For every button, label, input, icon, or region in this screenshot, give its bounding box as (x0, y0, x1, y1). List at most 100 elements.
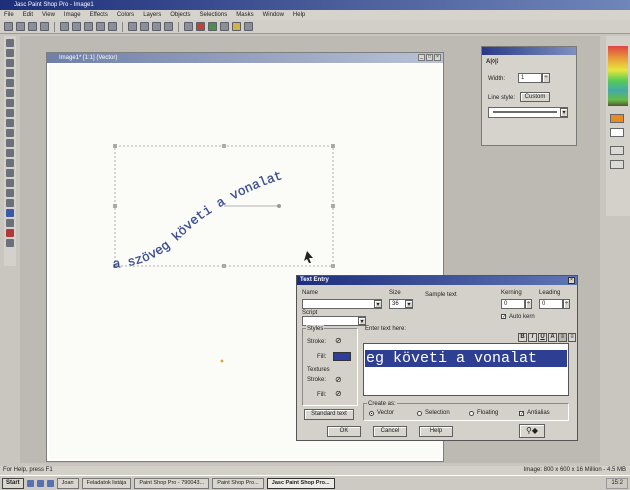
save-icon[interactable] (28, 22, 37, 31)
context-help-icon[interactable] (244, 22, 253, 31)
taskbar-item[interactable]: Paint Shop Pro - 790043... (134, 477, 210, 489)
freehand-tool-icon[interactable] (6, 99, 14, 107)
resize-handle[interactable] (222, 144, 226, 148)
close-icon[interactable]: × (434, 54, 441, 61)
picture-tube-icon[interactable] (6, 179, 14, 187)
new-file-icon[interactable] (4, 22, 13, 31)
histogram-toggle-icon[interactable] (220, 22, 229, 31)
bold-icon[interactable]: B (518, 333, 527, 342)
menu-selections[interactable]: Selections (200, 10, 228, 20)
eraser-icon[interactable] (6, 169, 14, 177)
texture-fill-icon[interactable]: ⊘ (335, 389, 345, 398)
menu-file[interactable]: File (4, 10, 14, 20)
resize-handle[interactable] (331, 264, 335, 268)
print-icon[interactable] (40, 22, 49, 31)
line-style-panel-titlebar[interactable] (482, 47, 576, 55)
kerning-spinner[interactable]: ÷ (525, 299, 532, 309)
antialias-checkbox[interactable]: ✓ (519, 411, 524, 417)
selection-tool-icon[interactable] (6, 89, 14, 97)
width-spinner[interactable]: ÷ (542, 73, 550, 83)
menu-help[interactable]: Help (293, 10, 305, 20)
menu-window[interactable]: Window (263, 10, 284, 20)
maximize-icon[interactable]: □ (426, 54, 433, 61)
chevron-down-icon[interactable]: ▾ (374, 300, 382, 308)
dropper-icon[interactable] (6, 119, 14, 127)
selection-radio[interactable] (417, 411, 422, 416)
open-file-icon[interactable] (16, 22, 25, 31)
deform-tool-icon[interactable] (6, 59, 14, 67)
zoom-icon[interactable] (128, 22, 137, 31)
arrow-tool-icon[interactable] (6, 39, 14, 47)
menu-edit[interactable]: Edit (23, 10, 33, 20)
text-entry-area[interactable]: eg követi a vonalat (363, 343, 569, 396)
standard-text-button[interactable]: Standard text (304, 409, 354, 420)
leading-field[interactable]: 0 (539, 299, 563, 309)
fill-color-swatch[interactable] (333, 352, 351, 361)
text-entry-titlebar[interactable]: Text Entry (297, 276, 577, 285)
mover-tool-icon[interactable] (6, 79, 14, 87)
chevron-down-icon[interactable]: ▾ (358, 317, 366, 325)
color-replacer-icon[interactable] (6, 149, 14, 157)
flood-fill-icon[interactable] (6, 199, 14, 207)
grid-icon[interactable] (152, 22, 161, 31)
menu-masks[interactable]: Masks (236, 10, 253, 20)
start-button[interactable]: Start (2, 477, 24, 489)
stroke-style-icon[interactable]: ⊘ (335, 336, 345, 345)
width-field[interactable]: 1 (518, 73, 542, 83)
ok-button[interactable]: OK (327, 426, 361, 437)
text-tool-icon[interactable] (6, 209, 14, 217)
rulers-icon[interactable] (164, 22, 173, 31)
copy-icon[interactable] (108, 22, 117, 31)
taskbar-item[interactable]: Feladatok listája (81, 477, 132, 489)
italic-icon[interactable]: I (528, 333, 537, 342)
full-screen-icon[interactable] (140, 22, 149, 31)
zoom-tool-icon[interactable] (6, 49, 14, 57)
help-button[interactable]: Help (419, 426, 453, 437)
strikethrough-icon[interactable]: A (548, 333, 557, 342)
image-window-title[interactable]: Image1* [1:1] (Vector) (47, 53, 443, 63)
layer-palette-toggle-icon[interactable] (208, 22, 217, 31)
preview-toggle-icon[interactable]: ⚲◆ (519, 424, 545, 438)
menu-view[interactable]: View (42, 10, 55, 20)
menu-objects[interactable]: Objects (170, 10, 190, 20)
preset-shapes-icon[interactable] (6, 229, 14, 237)
retouch-icon[interactable] (6, 159, 14, 167)
close-icon[interactable]: × (568, 277, 575, 284)
airbrush-icon[interactable] (6, 189, 14, 197)
resize-handle[interactable] (113, 144, 117, 148)
menu-layers[interactable]: Layers (143, 10, 161, 20)
align-center-icon[interactable]: ≡ (568, 333, 576, 342)
undo-icon[interactable] (72, 22, 81, 31)
quicklaunch-icon[interactable] (46, 479, 54, 487)
foreground-color-swatch[interactable] (610, 114, 624, 123)
magic-wand-icon[interactable] (6, 109, 14, 117)
taskbar-item[interactable]: Paint Shop Pro... (212, 477, 264, 489)
paintbrush-icon[interactable] (6, 129, 14, 137)
line-style-select[interactable] (488, 107, 568, 118)
resize-handle[interactable] (113, 204, 117, 208)
browse-icon[interactable] (60, 22, 69, 31)
styles-swatch[interactable] (610, 146, 624, 155)
menu-effects[interactable]: Effects (90, 10, 108, 20)
object-selector-icon[interactable] (6, 239, 14, 247)
tool-palette-toggle-icon[interactable] (184, 22, 193, 31)
quicklaunch-icon[interactable] (36, 479, 44, 487)
resize-handle[interactable] (222, 264, 226, 268)
chevron-down-icon[interactable]: ▾ (560, 108, 568, 117)
chevron-down-icon[interactable]: ▾ (405, 300, 413, 308)
resize-handle[interactable] (331, 204, 335, 208)
underline-icon[interactable]: U (538, 333, 547, 342)
floating-radio[interactable] (469, 411, 474, 416)
taskbar-item-active[interactable]: Jasc Paint Shop Pro... (266, 477, 335, 489)
menu-image[interactable]: Image (64, 10, 81, 20)
kerning-field[interactable]: 0 (501, 299, 525, 309)
cut-icon[interactable] (96, 22, 105, 31)
resize-handle[interactable] (331, 144, 335, 148)
color-palette-toggle-icon[interactable] (196, 22, 205, 31)
leading-spinner[interactable]: ÷ (563, 299, 570, 309)
vector-radio[interactable] (369, 411, 374, 416)
textures-swatch[interactable] (610, 160, 624, 169)
redo-icon[interactable] (84, 22, 93, 31)
font-name-select[interactable] (302, 299, 382, 309)
background-color-swatch[interactable] (610, 128, 624, 137)
